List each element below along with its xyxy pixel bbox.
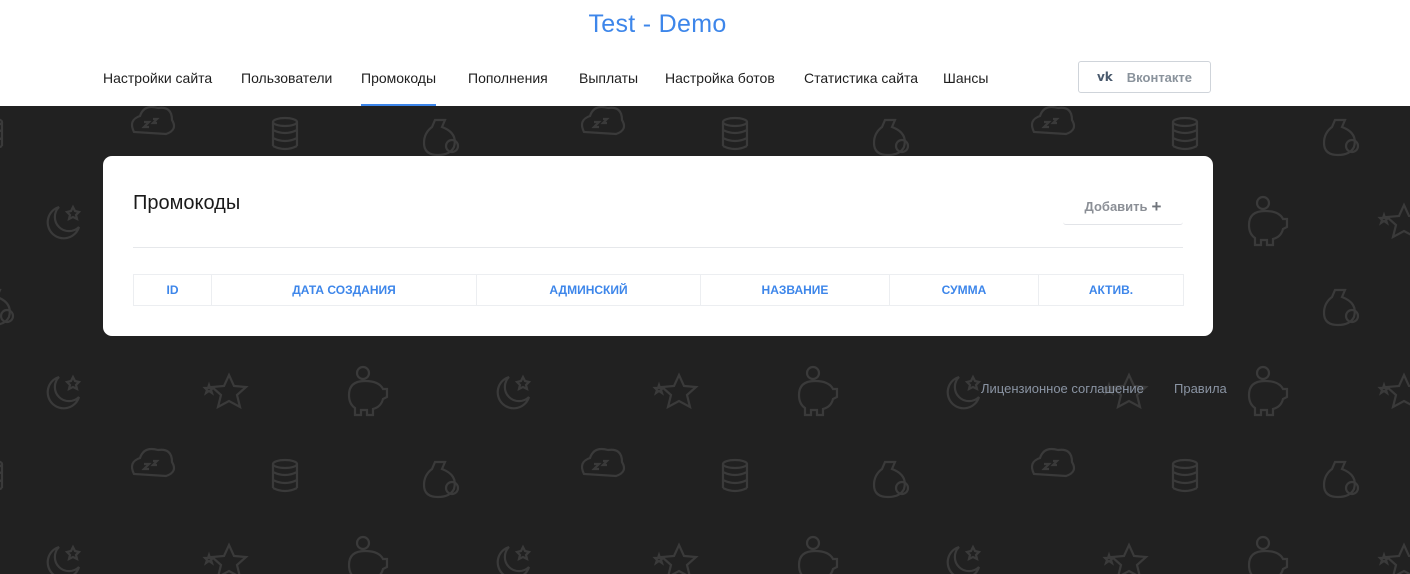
nav-item-site-settings[interactable]: Настройки сайта (103, 60, 212, 106)
pattern-row-1 (0, 106, 1360, 157)
nav-item-payouts[interactable]: Выплаты (579, 60, 638, 106)
column-header-id[interactable]: ID (133, 274, 212, 306)
rules-link[interactable]: Правила (1174, 381, 1227, 396)
pattern-row-5 (0, 447, 1360, 499)
vk-button-label: Вконтакте (1126, 69, 1193, 85)
pattern-row-6 (46, 535, 1410, 574)
license-agreement-link[interactable]: Лицензионное соглашение (981, 381, 1144, 396)
nav-item-users[interactable]: Пользователи (241, 60, 332, 106)
card-divider (133, 247, 1183, 248)
column-header-activations[interactable]: АКТИВ. (1038, 274, 1184, 306)
nav-item-bot-settings[interactable]: Настройка ботов (665, 60, 775, 106)
vk-icon: vk (1096, 70, 1113, 84)
vk-button[interactable]: vk Вконтакте (1078, 61, 1211, 93)
site-title[interactable]: Test - Demo (0, 10, 1315, 39)
plus-icon: + (1151, 196, 1162, 216)
add-promocode-button[interactable]: Добавить + (1063, 188, 1183, 225)
promocodes-table: ID ДАТА СОЗДАНИЯ АДМИНСКИЙ НАЗВАНИЕ СУММ… (133, 274, 1184, 306)
nav-item-site-stats[interactable]: Статистика сайта (804, 60, 918, 106)
column-header-admin[interactable]: АДМИНСКИЙ (476, 274, 701, 306)
header: Test - Demo Настройки сайта Пользователи… (0, 0, 1410, 106)
nav-item-promocodes[interactable]: Промокоды (361, 60, 437, 106)
nav-item-chances[interactable]: Шансы (943, 60, 988, 106)
nav-item-deposits[interactable]: Пополнения (468, 60, 548, 106)
column-header-created[interactable]: ДАТА СОЗДАНИЯ (211, 274, 477, 306)
column-header-name[interactable]: НАЗВАНИЕ (700, 274, 890, 306)
promocodes-card: Промокоды Добавить + ID ДАТА СОЗДАНИЯ АД… (103, 156, 1213, 336)
card-title: Промокоды (133, 192, 241, 214)
column-header-amount[interactable]: СУММА (889, 274, 1039, 306)
table-header-row: ID ДАТА СОЗДАНИЯ АДМИНСКИЙ НАЗВАНИЕ СУММ… (133, 274, 1184, 306)
add-button-label: Добавить (1084, 198, 1148, 214)
